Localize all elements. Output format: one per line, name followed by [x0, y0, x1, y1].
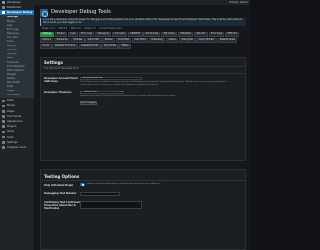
timezone-select[interactable]: — Select One — ▾ [80, 90, 124, 95]
info-notice: If you are a developer using this plugin… [40, 18, 246, 26]
appearance-icon [2, 120, 5, 123]
tools-icon [2, 135, 5, 139]
testing-row: Confirming Test Confirmed Properties Adm… [41, 200, 245, 212]
testing-help: Always overwrite/add/dis pages, ignored … [87, 183, 161, 186]
tab-tables[interactable]: Tables [119, 43, 131, 49]
tab-updates[interactable]: Updates [70, 37, 85, 43]
collapse-icon [2, 146, 5, 149]
tab-logs[interactable]: Logs [67, 32, 78, 37]
posts-icon [2, 99, 5, 103]
tab-rewrite-rules[interactable]: Rewrite Rules [217, 37, 238, 43]
sidebar-submenu: Settings Plugins Logs Error Logs Debug.l… [0, 15, 34, 99]
plugins-icon [2, 125, 5, 129]
sidebar-item-label: Tools [7, 135, 14, 139]
media-icon [2, 104, 5, 108]
admin-sidebar: Dashboard Developer Debug Settings Plugi… [0, 5, 34, 250]
tab-cron-jobs[interactable]: Cron Jobs [112, 32, 128, 37]
email-label: Developer Account Email Addresses [44, 77, 78, 84]
tab-shortcodes-2[interactable]: Shortcodes [101, 43, 119, 49]
tab-api-rest[interactable]: API/REST [127, 32, 143, 37]
timezone-help: Displays timestamps in Debug.log and err… [80, 95, 176, 98]
tab-plugins[interactable]: Plugins [54, 32, 68, 37]
collapse-menu-button[interactable]: Collapse menu [0, 145, 34, 150]
toggle-switch[interactable] [80, 183, 85, 186]
testing-label: Confirming Test Confirmed Properties Adm… [44, 201, 80, 211]
tab-hooks[interactable]: Hooks [40, 43, 52, 49]
testing-label: Only Activated Plugin [44, 183, 74, 187]
version-item: Current Theme 1.0.1 [99, 26, 123, 30]
pages-icon [2, 109, 5, 113]
tab-gutenberg[interactable]: Gutenberg [148, 37, 166, 43]
tab-available-hooks[interactable]: Available Hooks [78, 43, 101, 49]
sidebar-item-developer-debug[interactable]: Developer Debug [0, 10, 34, 16]
tab-disabled-functions[interactable]: Disabled Functions [52, 43, 78, 49]
version-item: WP 6.4.2 [70, 26, 81, 30]
sidebar-item-label: Plugins [7, 125, 17, 129]
save-button[interactable]: Save Changes [80, 100, 97, 105]
sidebar-item-label: Media [7, 104, 15, 108]
testing-row: Debugging Test Number [41, 191, 245, 197]
debug-number-field[interactable] [80, 191, 120, 196]
wordpress-logo-icon[interactable] [2, 1, 5, 4]
tab-user-meta[interactable]: User Meta [132, 37, 149, 43]
timezone-value: — Select One — [82, 91, 99, 94]
timezone-label: Developer Timezone [44, 91, 72, 95]
site-name-link[interactable]: Wordpress [7, 1, 21, 4]
tab-navbar[interactable]: Navbar [102, 37, 116, 43]
tab-php-info[interactable]: PHP Info [225, 32, 240, 37]
dashboard-icon [2, 6, 5, 9]
version-info: Plugin 1.2.1 PHP 8.2 WP 6.4.2 Server 7.2… [42, 26, 125, 31]
version-item: Plugin 1.2.1 [42, 26, 55, 30]
version-item: Server 7.2 [84, 26, 96, 30]
version-item: PHP 8.2 [58, 26, 68, 30]
tab-error-logs[interactable]: Error Logs [78, 32, 95, 37]
tab-bar: Settings Plugins Logs Error Logs Debug.l… [40, 32, 246, 49]
email-row: Developer Account Email Addresses user@e… [41, 76, 245, 87]
settings-panel: Settings The options for Developer tools… [40, 57, 246, 161]
email-field[interactable]: user@example.com [80, 76, 142, 81]
tab-query-monitor[interactable]: Query Monitor [196, 37, 217, 43]
testing-panel: Testing Options Only Activated Plugin Al… [40, 169, 246, 250]
debug-icon [2, 11, 5, 15]
tab-debug-log[interactable]: Debug.log [95, 32, 112, 37]
sidebar-item-label: Appearance [7, 119, 23, 123]
tab-wp-query[interactable]: WP_Query [161, 32, 178, 37]
testing-label: Debugging Test Number [44, 192, 77, 196]
tab-error-logs-2[interactable]: Error Logs [208, 32, 225, 37]
chevron-down-icon: ▾ [120, 91, 122, 94]
sidebar-item-label: Users [7, 130, 15, 134]
settings-icon [2, 141, 5, 144]
main-content: Developer Debug Tools If you are a devel… [34, 5, 250, 250]
tab-classic[interactable]: Classic [166, 37, 179, 43]
plugin-logo-icon [40, 9, 48, 17]
submenu-item[interactable]: Comments [0, 94, 34, 98]
sidebar-item-label: Posts [7, 99, 14, 103]
sidebar-item-label: Collapse menu [7, 145, 27, 149]
users-icon [2, 130, 5, 134]
properties-textarea[interactable] [80, 200, 142, 209]
testing-heading: Testing Options [44, 174, 80, 179]
settings-heading: Settings [44, 60, 63, 65]
sidebar-item-label: Settings [7, 140, 18, 144]
sidebar-item-label: Pages [7, 109, 15, 113]
sidebar-item-label: Dashboard [7, 5, 22, 9]
tab-admin-bar[interactable]: Admin Bar [85, 37, 102, 43]
tab-transients[interactable]: Transients [54, 37, 70, 43]
tab-shortcodes[interactable]: Shortcodes [143, 32, 161, 37]
testing-row: Only Activated Plugin Always overwrite/a… [41, 182, 245, 188]
tab-post-meta[interactable]: Post Meta [115, 37, 132, 43]
tab-metadata[interactable]: Metadata [178, 32, 194, 37]
user-account-link[interactable]: Howdy, admin [229, 1, 248, 4]
tab-debug-bar[interactable]: Debug Bar [179, 37, 196, 43]
page-title: Developer Debug Tools [51, 9, 111, 15]
comments-icon [2, 115, 5, 118]
timezone-row: Developer Timezone — Select One — ▾ Disp… [41, 90, 245, 99]
sidebar-item-label: Developer Debug [7, 11, 33, 15]
sidebar-item-label: Comments [7, 114, 22, 118]
tab-settings[interactable]: Settings [40, 32, 54, 37]
tab-site-info[interactable]: Site Info [194, 32, 208, 37]
tab-options[interactable]: Options [40, 37, 54, 43]
email-help: This will give access to additional sett… [80, 81, 227, 86]
